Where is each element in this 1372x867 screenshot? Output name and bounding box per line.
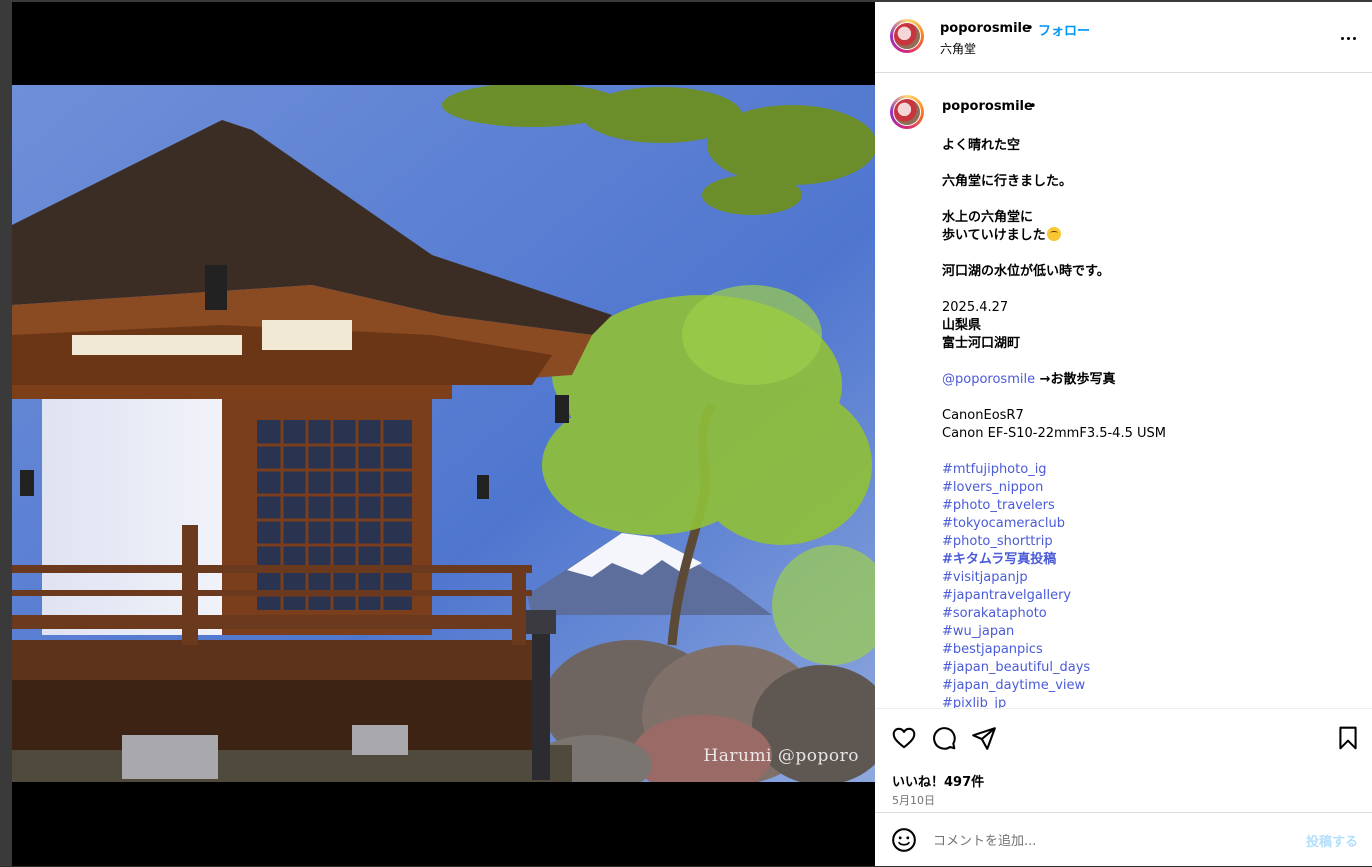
caption-text: よく晴れた空 六角堂に行きました。 水上の六角堂に 歩いていけました 河口湖の水… — [942, 137, 1352, 708]
heart-icon — [892, 727, 916, 749]
post-actions: いいね！497件 5月10日 — [875, 708, 1372, 817]
caption-line: 歩いていけました — [942, 227, 1352, 245]
post-side-panel: poporosmile • フォロー 六角堂 poporosmile • よく晴… — [875, 2, 1372, 866]
post-comment-button[interactable]: 投稿する — [1306, 831, 1358, 850]
caption-line: CanonEosR7 — [942, 408, 1024, 423]
post-modal: Harumi @poporo poporosmile • フォロー 六角堂 po… — [0, 0, 1372, 866]
save-button[interactable] — [1335, 725, 1361, 751]
comment-button[interactable] — [931, 725, 957, 751]
caption-line-text: 歩いていけました — [942, 228, 1046, 243]
caption-line: よく晴れた空 — [942, 138, 1021, 153]
emoji-button[interactable] — [891, 827, 917, 853]
hashtag-link[interactable]: #mtfujiphoto_ig — [942, 461, 1352, 479]
caption-separator: • — [1029, 99, 1037, 114]
more-horizontal-icon-dot — [1346, 36, 1350, 40]
more-horizontal-icon-dot — [1352, 36, 1356, 40]
caption-username[interactable]: poporosmile — [942, 99, 1033, 114]
post-media: Harumi @poporo — [12, 2, 875, 866]
smiling-face-emoji-icon — [1046, 227, 1061, 241]
hashtag-link[interactable]: #キタムラ写真投稿 — [942, 551, 1352, 569]
hashtag-link[interactable]: #pixlib_jp — [942, 695, 1352, 708]
caption-line: @poporosmile →お散歩写真 — [942, 371, 1352, 389]
likes-count[interactable]: いいね！497件 — [892, 771, 984, 790]
hashtag-link[interactable]: #tokyocameraclub — [942, 515, 1352, 533]
hashtag-link[interactable]: #japan_daytime_view — [942, 677, 1352, 695]
comment-composer: 投稿する — [875, 812, 1372, 867]
author-username[interactable]: poporosmile — [940, 21, 1031, 36]
post-date[interactable]: 5月10日 — [892, 792, 935, 808]
mention-link[interactable]: @poporosmile — [942, 372, 1035, 387]
author-avatar[interactable] — [890, 19, 924, 53]
hashtag-link[interactable]: #japan_beautiful_days — [942, 659, 1352, 677]
location-link[interactable]: 六角堂 — [940, 40, 976, 57]
share-button[interactable] — [971, 725, 997, 751]
hashtag-link[interactable]: #visitjapanjp — [942, 569, 1352, 587]
hashtag-link[interactable]: #photo_travelers — [942, 497, 1352, 515]
hashtag-link[interactable]: #photo_shorttrip — [942, 533, 1352, 551]
hashtag-link[interactable]: #lovers_nippon — [942, 479, 1352, 497]
like-button[interactable] — [891, 725, 917, 751]
caption-line: 山梨県 — [942, 318, 982, 333]
photo-watermark: Harumi @poporo — [703, 746, 859, 766]
caption-line: 富士河口湖町 — [942, 336, 1021, 351]
follow-button[interactable]: フォロー — [1038, 20, 1090, 39]
post-photo[interactable]: Harumi @poporo — [12, 85, 875, 782]
hashtag-link[interactable]: #sorakataphoto — [942, 605, 1352, 623]
hashtag-link[interactable]: #wu_japan — [942, 623, 1352, 641]
caption-line: 河口湖の水位が低い時です。 — [942, 264, 1110, 279]
comments-area: poporosmile • よく晴れた空 六角堂に行きました。 水上の六角堂に … — [875, 73, 1372, 708]
hashtag-link[interactable]: #bestjapanpics — [942, 641, 1352, 659]
caption-line-text: →お散歩写真 — [1035, 372, 1116, 387]
bookmark-icon — [1339, 726, 1357, 750]
more-horizontal-icon — [1340, 36, 1344, 40]
photo-illustration — [12, 85, 875, 782]
caption-line: 六角堂に行きました。 — [942, 174, 1073, 189]
comment-input[interactable] — [931, 829, 1275, 853]
caption-line: 2025.4.27 — [942, 300, 1009, 315]
header-separator: • — [1026, 21, 1034, 36]
more-options-button[interactable] — [1336, 26, 1360, 50]
comment-icon — [933, 727, 956, 750]
hashtag-link[interactable]: #japantravelgallery — [942, 587, 1352, 605]
caption-line: 水上の六角堂に — [942, 210, 1034, 225]
caption-line: Canon EF-S10-22mmF3.5-4.5 USM — [942, 426, 1166, 441]
send-icon — [972, 727, 996, 750]
post-header: poporosmile • フォロー 六角堂 — [875, 2, 1372, 73]
caption-author-avatar[interactable] — [890, 95, 924, 129]
smiley-icon — [892, 828, 916, 852]
